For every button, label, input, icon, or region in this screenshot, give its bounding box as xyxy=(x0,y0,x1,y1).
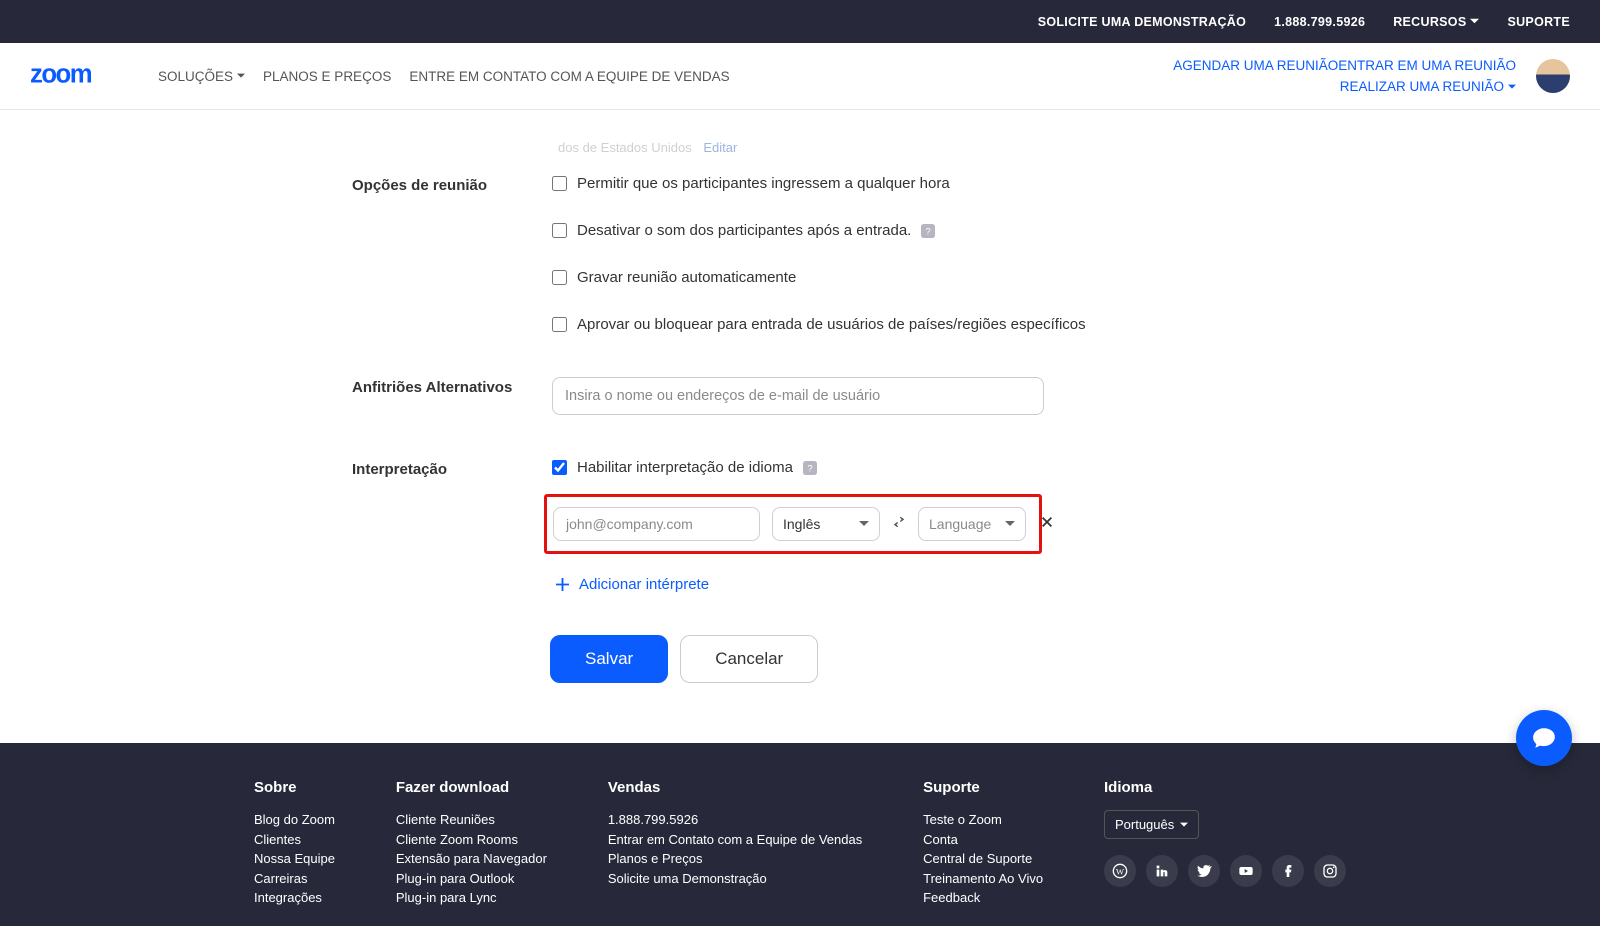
footer-link[interactable]: Blog do Zoom xyxy=(254,810,335,830)
nav-schedule-meeting[interactable]: AGENDAR UMA REUNIÃO xyxy=(1173,58,1338,73)
alt-hosts-label: Anfitriões Alternativos xyxy=(352,377,552,396)
linkedin-icon[interactable] xyxy=(1146,855,1178,887)
opt-join-anytime[interactable]: Permitir que os participantes ingressem … xyxy=(552,175,1600,192)
chevron-down-icon xyxy=(237,72,245,80)
footer-link[interactable]: Planos e Preços xyxy=(608,849,862,869)
main-nav: SOLUÇÕES PLANOS E PREÇOS ENTRE EM CONTAT… xyxy=(158,69,748,84)
avatar[interactable] xyxy=(1536,59,1570,93)
opt-mute-on-entry-checkbox[interactable] xyxy=(552,223,567,238)
info-icon: ? xyxy=(803,461,817,475)
plus-icon xyxy=(556,578,569,591)
page-content: dos de Estados Unidos Editar Opções de r… xyxy=(0,110,1600,743)
opt-auto-record-checkbox[interactable] xyxy=(552,270,567,285)
footer-link[interactable]: Conta xyxy=(923,830,1043,850)
footer-socials: W xyxy=(1104,855,1346,887)
footer-language: Idioma Português W xyxy=(1104,779,1346,908)
info-icon: ? xyxy=(921,224,935,238)
nav-host-meeting[interactable]: REALIZAR UMA REUNIÃO xyxy=(1340,79,1516,94)
ghost-dial-in: dos de Estados Unidos Editar xyxy=(558,140,1600,155)
footer-link[interactable]: Treinamento Ao Vivo xyxy=(923,869,1043,889)
cancel-button[interactable]: Cancelar xyxy=(680,635,818,683)
instagram-icon[interactable] xyxy=(1314,855,1346,887)
svg-text:?: ? xyxy=(807,463,812,474)
chevron-down-icon xyxy=(1470,17,1479,26)
nav-join-meeting[interactable]: ENTRAR EM UMA REUNIÃO xyxy=(1338,58,1516,73)
footer-link[interactable]: Entrar em Contato com a Equipe de Vendas xyxy=(608,830,862,850)
svg-text:zoom: zoom xyxy=(30,60,92,88)
footer-link[interactable]: Solicite uma Demonstração xyxy=(608,869,862,889)
footer-link[interactable]: Extensão para Navegador xyxy=(396,849,547,869)
svg-text:W: W xyxy=(1116,866,1125,876)
opt-approve-block-regions-checkbox[interactable] xyxy=(552,317,567,332)
footer-link[interactable]: Nossa Equipe xyxy=(254,849,335,869)
meeting-form: Opções de reunião Permitir que os partic… xyxy=(352,175,1600,683)
swap-icon xyxy=(892,515,906,533)
footer-about: Sobre Blog do Zoom Clientes Nossa Equipe… xyxy=(254,779,335,908)
interpreter-row-highlight: Inglês Language xyxy=(544,494,1042,554)
zoom-logo[interactable]: zoom xyxy=(30,58,136,95)
footer-link[interactable]: Feedback xyxy=(923,888,1043,908)
interpretation-label: Interpretação xyxy=(352,459,552,478)
footer-link[interactable]: Central de Suporte xyxy=(923,849,1043,869)
footer-download: Fazer download Cliente Reuniões Cliente … xyxy=(396,779,547,908)
footer-support: Suporte Teste o Zoom Conta Central de Su… xyxy=(923,779,1043,908)
footer-link[interactable]: Plug-in para Outlook xyxy=(396,869,547,889)
interpreter-lang-from[interactable]: Inglês xyxy=(772,507,880,541)
interpreter-lang-to[interactable]: Language xyxy=(918,507,1026,541)
facebook-icon[interactable] xyxy=(1272,855,1304,887)
topbar-support[interactable]: SUPORTE xyxy=(1507,15,1570,29)
nav-right: AGENDAR UMA REUNIÃOENTRAR EM UMA REUNIÃO… xyxy=(1173,58,1570,94)
topbar: SOLICITE UMA DEMONSTRAÇÃO 1.888.799.5926… xyxy=(0,0,1600,43)
close-icon xyxy=(1040,515,1054,529)
topbar-resources[interactable]: RECURSOS xyxy=(1393,15,1479,29)
opt-auto-record[interactable]: Gravar reunião automaticamente xyxy=(552,269,1600,286)
footer: Sobre Blog do Zoom Clientes Nossa Equipe… xyxy=(0,743,1600,926)
footer-link[interactable]: Cliente Reuniões xyxy=(396,810,547,830)
nav-contact-sales[interactable]: ENTRE EM CONTATO COM A EQUIPE DE VENDAS xyxy=(409,69,729,84)
footer-link[interactable]: Teste o Zoom xyxy=(923,810,1043,830)
opt-mute-on-entry[interactable]: Desativar o som dos participantes após a… xyxy=(552,222,1600,239)
chevron-down-icon xyxy=(1005,519,1015,529)
interpreter-email-input[interactable] xyxy=(553,507,760,541)
blog-icon[interactable]: W xyxy=(1104,855,1136,887)
chevron-down-icon xyxy=(1180,821,1188,829)
chevron-down-icon xyxy=(859,519,869,529)
save-button[interactable]: Salvar xyxy=(550,635,668,683)
meeting-options-label: Opções de reunião xyxy=(352,175,552,194)
topbar-demo-link[interactable]: SOLICITE UMA DEMONSTRAÇÃO xyxy=(1038,15,1246,29)
svg-text:?: ? xyxy=(926,226,931,237)
nav-plans[interactable]: PLANOS E PREÇOS xyxy=(263,69,391,84)
nav-solutions[interactable]: SOLUÇÕES xyxy=(158,69,245,84)
topbar-phone[interactable]: 1.888.799.5926 xyxy=(1274,15,1365,29)
footer-link[interactable]: Cliente Zoom Rooms xyxy=(396,830,547,850)
footer-link[interactable]: Integrações xyxy=(254,888,335,908)
enable-interpretation-checkbox[interactable] xyxy=(552,460,567,475)
ghost-edit-link[interactable]: Editar xyxy=(703,140,737,155)
footer-link[interactable]: Carreiras xyxy=(254,869,335,889)
chat-fab[interactable] xyxy=(1516,710,1572,766)
footer-link[interactable]: 1.888.799.5926 xyxy=(608,810,862,830)
footer-sales: Vendas 1.888.799.5926 Entrar em Contato … xyxy=(608,779,862,908)
add-interpreter-button[interactable]: Adicionar intérprete xyxy=(556,576,709,593)
footer-link[interactable]: Clientes xyxy=(254,830,335,850)
opt-approve-block-regions[interactable]: Aprovar ou bloquear para entrada de usuá… xyxy=(552,316,1600,333)
opt-join-anytime-checkbox[interactable] xyxy=(552,176,567,191)
topbar-resources-label: RECURSOS xyxy=(1393,15,1466,29)
youtube-icon[interactable] xyxy=(1230,855,1262,887)
navbar: zoom SOLUÇÕES PLANOS E PREÇOS ENTRE EM C… xyxy=(0,43,1600,110)
alt-hosts-input[interactable] xyxy=(552,377,1044,415)
remove-interpreter-button[interactable] xyxy=(1038,513,1056,535)
chat-icon xyxy=(1531,725,1557,751)
enable-interpretation[interactable]: Habilitar interpretação de idioma ? xyxy=(552,459,1600,476)
footer-link[interactable]: Plug-in para Lync xyxy=(396,888,547,908)
twitter-icon[interactable] xyxy=(1188,855,1220,887)
footer-language-select[interactable]: Português xyxy=(1104,810,1199,839)
chevron-down-icon xyxy=(1508,83,1516,91)
